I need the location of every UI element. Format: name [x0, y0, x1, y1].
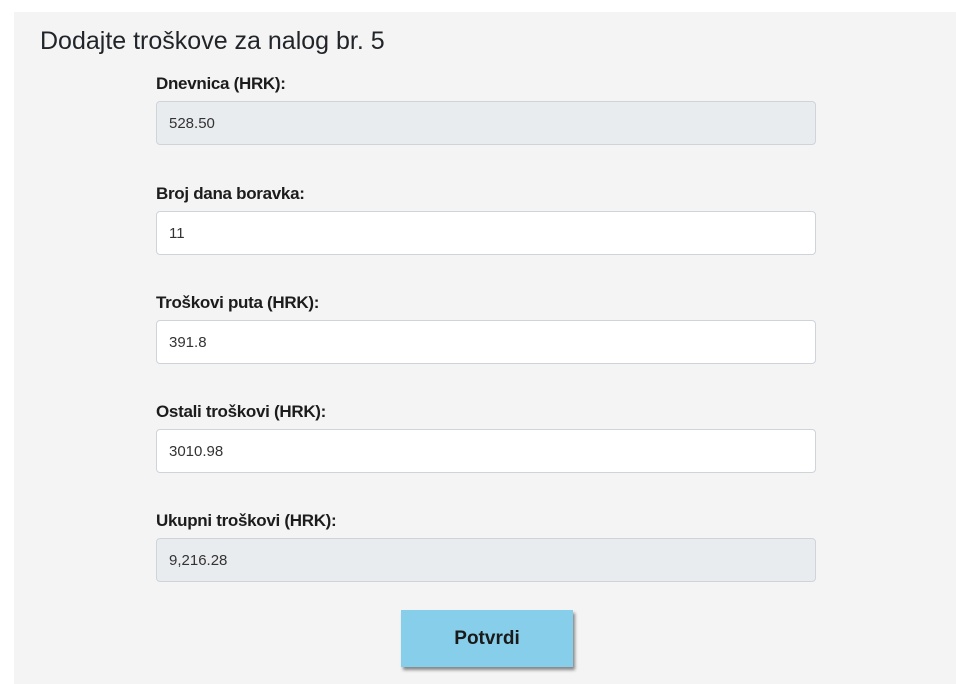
- ukupni-troskovi-field: [156, 538, 816, 582]
- troskovi-puta-field[interactable]: [156, 320, 816, 364]
- page-title: Dodajte troškove za nalog br. 5: [40, 27, 385, 55]
- broj-dana-field[interactable]: [156, 211, 816, 255]
- troskovi-puta-label: Troškovi puta (HRK):: [156, 293, 320, 312]
- broj-dana-group: Broj dana boravka:: [156, 184, 816, 255]
- expense-form-panel: Dodajte troškove za nalog br. 5 Dnevnica…: [14, 12, 956, 684]
- ostali-troskovi-group: Ostali troškovi (HRK):: [156, 402, 816, 473]
- dnevnica-group: Dnevnica (HRK):: [156, 74, 816, 145]
- dnevnica-field: [156, 101, 816, 145]
- troskovi-puta-group: Troškovi puta (HRK):: [156, 293, 816, 364]
- ukupni-troskovi-group: Ukupni troškovi (HRK):: [156, 511, 816, 582]
- ostali-troskovi-field[interactable]: [156, 429, 816, 473]
- dnevnica-label: Dnevnica (HRK):: [156, 74, 286, 93]
- ostali-troskovi-label: Ostali troškovi (HRK):: [156, 402, 327, 421]
- ukupni-troskovi-label: Ukupni troškovi (HRK):: [156, 511, 337, 530]
- broj-dana-label: Broj dana boravka:: [156, 184, 305, 203]
- potvrdi-button[interactable]: Potvrdi: [401, 610, 573, 667]
